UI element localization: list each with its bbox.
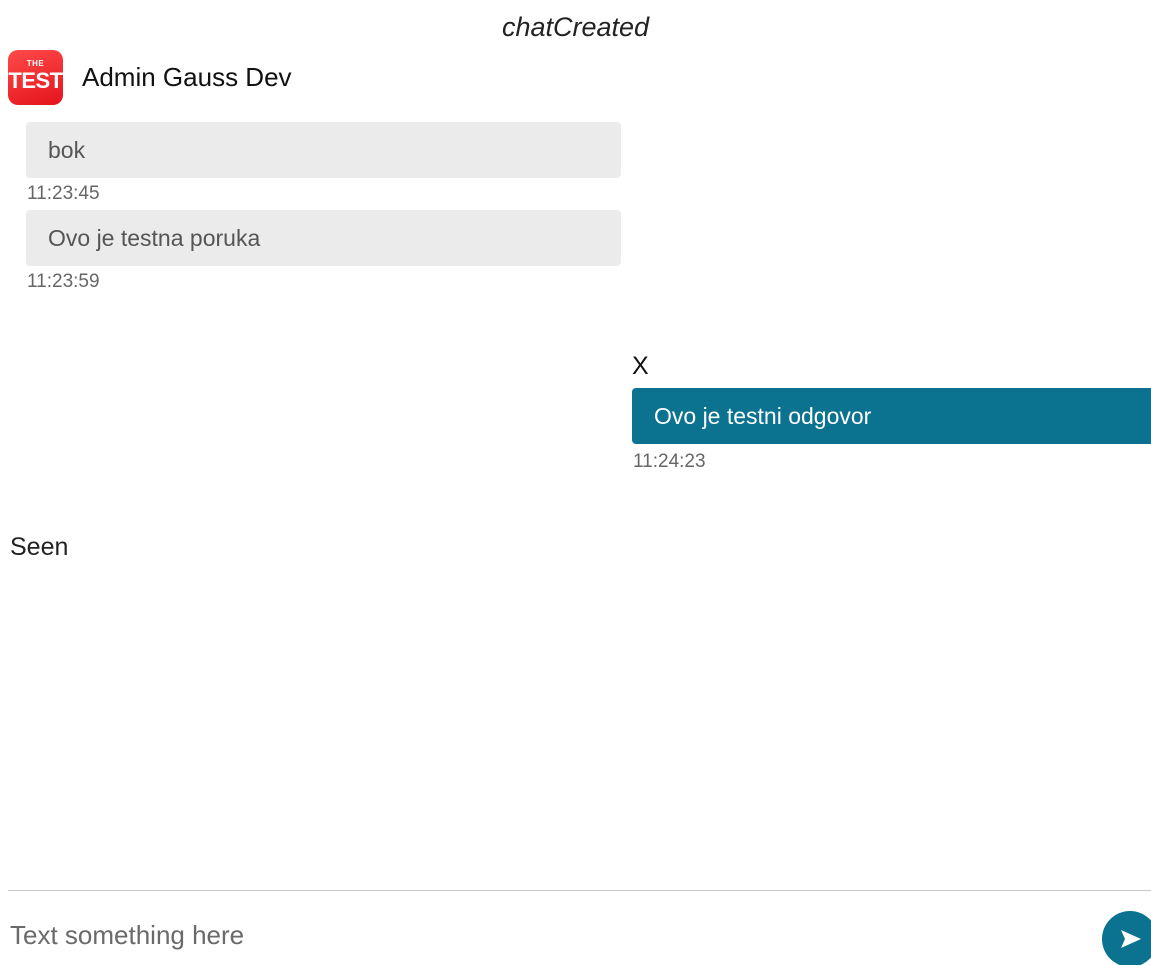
sender-header: THE TEST Admin Gauss Dev [8,50,292,105]
message-input[interactable] [10,910,1080,960]
message-timestamp: 11:23:45 [27,183,100,204]
message-text: Ovo je testni odgovor [654,402,872,429]
message-text: bok [48,136,86,163]
app-logo-big-text: TEST [8,68,63,93]
outgoing-message-bubble: Ovo je testni odgovor [632,388,1151,444]
incoming-message-bubble: bok [26,122,621,178]
send-button[interactable] [1102,911,1151,965]
app-logo: THE TEST [8,50,63,105]
composer-divider [8,890,1151,891]
seen-status: Seen [10,533,69,561]
incoming-message-bubble: Ovo je testna poruka [26,210,621,266]
app-logo-small-text: THE [26,59,45,68]
message-timestamp: 11:24:23 [633,451,706,472]
message-timestamp: 11:23:59 [27,271,100,292]
outgoing-sender-name: X [632,352,649,380]
message-text: Ovo je testna poruka [48,224,261,251]
chat-status-title: chatCreated [501,12,650,42]
chat-window: chatCreated THE TEST Admin Gauss Dev bok… [0,0,1151,965]
send-arrow-icon [1121,930,1141,948]
sender-name: Admin Gauss Dev [82,62,292,92]
